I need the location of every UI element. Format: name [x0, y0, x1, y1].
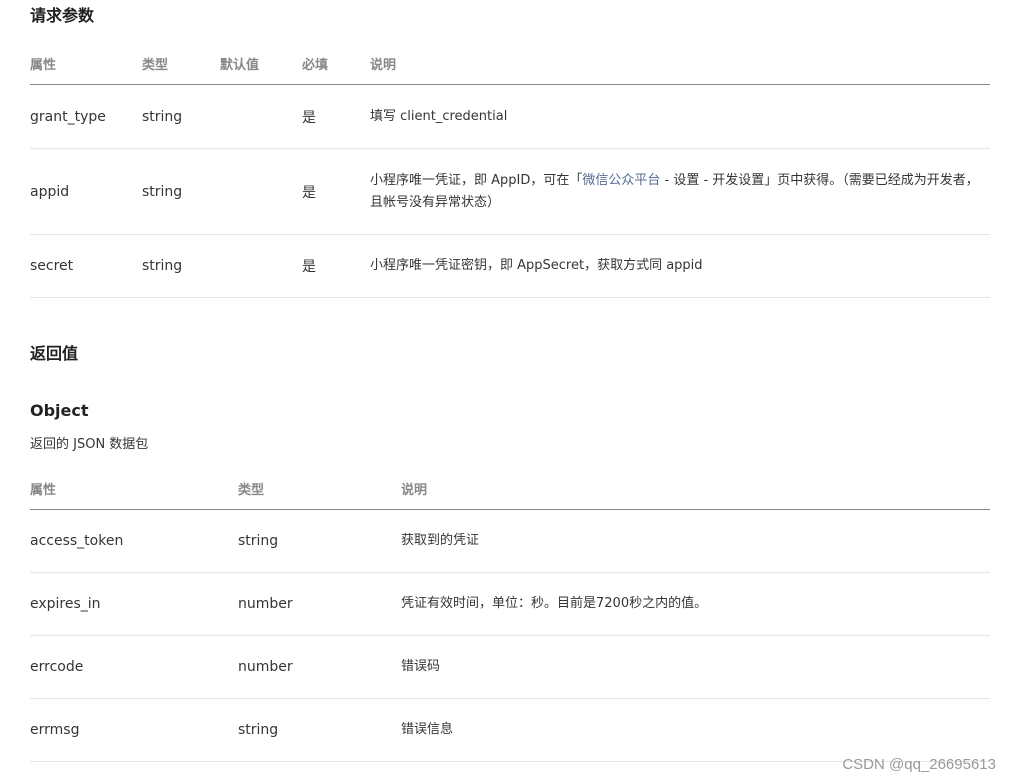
- table-row: grant_type string 是 填写 client_credential: [30, 84, 990, 149]
- col-header-required: 必填: [302, 42, 370, 85]
- table-row: secret string 是 小程序唯一凭证密钥，即 AppSecret，获取…: [30, 234, 990, 298]
- field-description: 错误信息: [401, 698, 990, 762]
- field-name: access_token: [30, 509, 238, 573]
- col-header-type: 类型: [142, 42, 220, 85]
- param-name: secret: [30, 234, 142, 298]
- request-params-table: 属性 类型 默认值 必填 说明 grant_type string 是 填写 c…: [30, 42, 990, 298]
- field-type: number: [238, 635, 401, 699]
- table-header-row: 属性 类型 默认值 必填 说明: [30, 42, 990, 85]
- field-type: number: [238, 572, 401, 636]
- col-header-property: 属性: [30, 42, 142, 85]
- param-required: 是: [302, 148, 370, 235]
- param-type: string: [142, 148, 220, 235]
- param-description: 小程序唯一凭证，即 AppID，可在「微信公众平台 - 设置 - 开发设置」页中…: [370, 148, 990, 235]
- field-description: 错误码: [401, 635, 990, 699]
- csdn-watermark: CSDN @qq_26695613: [842, 756, 996, 773]
- description-text: 小程序唯一凭证，即 AppID，可在「: [370, 172, 583, 188]
- col-header-description: 说明: [370, 42, 990, 85]
- col-header-property: 属性: [30, 467, 238, 510]
- field-name: errcode: [30, 635, 238, 699]
- param-description: 填写 client_credential: [370, 84, 990, 149]
- field-name: expires_in: [30, 572, 238, 636]
- field-description: 凭证有效时间，单位：秒。目前是7200秒之内的值。: [401, 572, 990, 636]
- table-header-row: 属性 类型 说明: [30, 467, 990, 510]
- table-row: access_token string 获取到的凭证: [30, 509, 990, 573]
- param-default: [220, 148, 302, 235]
- param-type: string: [142, 234, 220, 298]
- param-default: [220, 234, 302, 298]
- param-description: 小程序唯一凭证密钥，即 AppSecret，获取方式同 appid: [370, 234, 990, 298]
- table-row: appid string 是 小程序唯一凭证，即 AppID，可在「微信公众平台…: [30, 148, 990, 235]
- request-params-title: 请求参数: [30, 6, 95, 25]
- description-text: 填写 client_credential: [370, 108, 508, 124]
- return-value-table: 属性 类型 说明 access_token string 获取到的凭证 expi…: [30, 467, 990, 762]
- field-type: string: [238, 698, 401, 762]
- description-text: 小程序唯一凭证密钥，即 AppSecret，获取方式同 appid: [370, 258, 703, 273]
- table-row: expires_in number 凭证有效时间，单位：秒。目前是7200秒之内…: [30, 572, 990, 636]
- field-type: string: [238, 509, 401, 573]
- object-description: 返回的 JSON 数据包: [30, 437, 149, 452]
- object-title: Object: [30, 401, 89, 420]
- table-row: errmsg string 错误信息: [30, 698, 990, 762]
- field-description: 获取到的凭证: [401, 509, 990, 573]
- param-required: 是: [302, 234, 370, 298]
- return-value-title: 返回值: [30, 344, 79, 363]
- wechat-platform-link[interactable]: 微信公众平台: [582, 173, 660, 188]
- param-required: 是: [302, 84, 370, 149]
- param-name: appid: [30, 148, 142, 235]
- param-name: grant_type: [30, 84, 142, 149]
- col-header-description: 说明: [401, 467, 990, 510]
- param-default: [220, 84, 302, 149]
- field-name: errmsg: [30, 698, 238, 762]
- param-type: string: [142, 84, 220, 149]
- col-header-type: 类型: [238, 467, 401, 510]
- col-header-default: 默认值: [220, 42, 302, 85]
- table-row: errcode number 错误码: [30, 635, 990, 699]
